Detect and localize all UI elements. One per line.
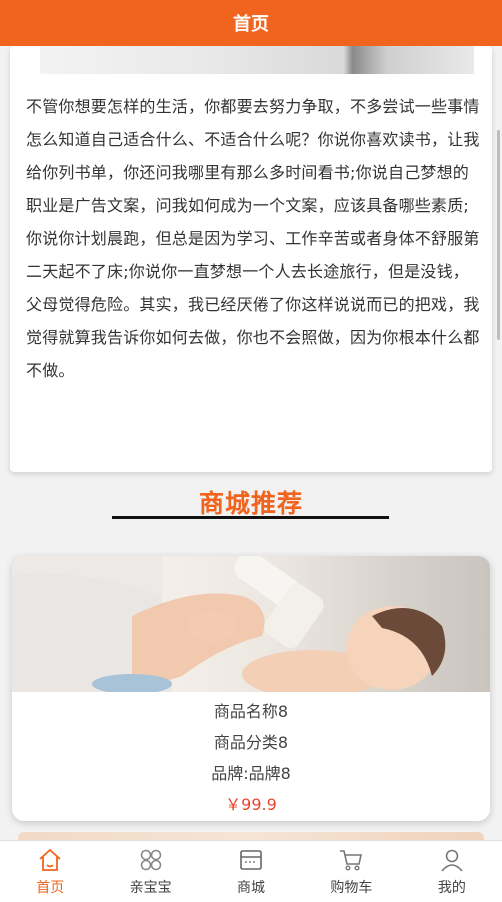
home-icon (39, 848, 61, 871)
product-category: 商品分类8 (213, 733, 289, 752)
product-price: ￥99.9 (225, 795, 277, 814)
section-header: 商城推荐 (0, 482, 502, 532)
tab-baby-label: 亲宝宝 (129, 880, 172, 896)
top-bar: 首页 (0, 0, 502, 46)
scrollbar[interactable] (497, 130, 500, 340)
product-card[interactable]: 商品名称8 商品分类8 品牌:品牌8 ￥99.9 (12, 556, 490, 821)
user-icon (441, 849, 463, 872)
page-title: 首页 (233, 14, 269, 35)
tab-cart-label: 购物车 (330, 880, 373, 896)
tab-mine[interactable]: 我的 (402, 841, 502, 902)
product-info: 商品名称8 商品分类8 品牌:品牌8 ￥99.9 (12, 696, 490, 820)
tab-mine-label: 我的 (437, 880, 466, 896)
product-name: 商品名称8 (213, 702, 289, 721)
product-image (12, 556, 490, 692)
product-brand: 品牌:品牌8 (211, 764, 291, 783)
article-text: 不管你想要怎样的生活，你都要去努力争取，不多尝试一些事情怎么知道自己适合什么、不… (26, 97, 480, 380)
tab-home-label: 首页 (36, 880, 65, 896)
grid-icon (140, 849, 161, 871)
next-product-card[interactable] (18, 832, 484, 840)
tab-home[interactable]: 首页 (0, 841, 100, 902)
article-image (40, 46, 474, 74)
tab-baby[interactable]: 亲宝宝 (100, 841, 200, 902)
tab-shop[interactable]: 商城 (201, 841, 301, 902)
tab-shop-label: 商城 (237, 880, 266, 896)
shop-icon (240, 850, 262, 870)
article-card[interactable]: 不管你想要怎样的生活，你都要去努力争取，不多尝试一些事情怎么知道自己适合什么、不… (10, 46, 492, 472)
section-title: 商城推荐 (198, 489, 303, 518)
cart-icon (340, 850, 363, 871)
tab-cart[interactable]: 购物车 (301, 841, 401, 902)
bottom-tab-bar: 首页 亲宝宝 商城 购物车 我的 (0, 840, 502, 902)
